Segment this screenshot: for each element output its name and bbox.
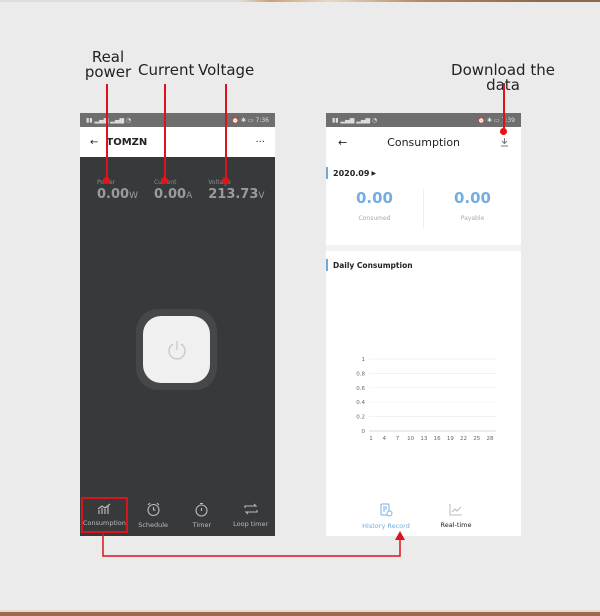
- annotation-arrow: [102, 531, 405, 557]
- bottom-decor-strip: [0, 612, 600, 616]
